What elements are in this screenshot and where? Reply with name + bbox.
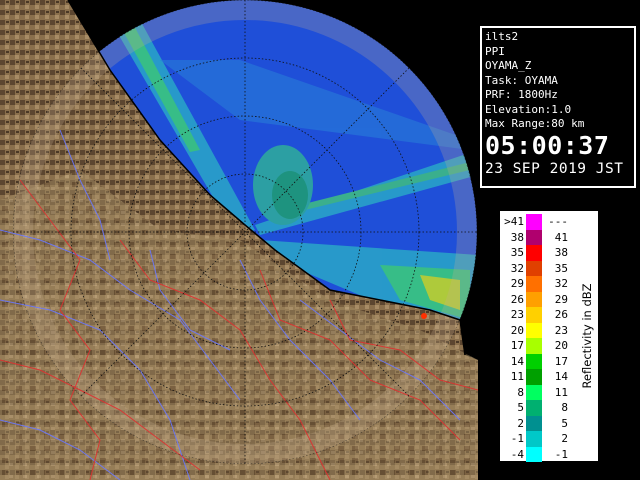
legend-color-swatch	[526, 400, 542, 416]
legend-row: 14 17	[502, 353, 570, 369]
legend-row: 11 14	[502, 369, 570, 385]
legend-high-value: 11	[554, 385, 568, 399]
legend-low-value: 20	[510, 323, 524, 337]
legend-row: 58	[502, 400, 570, 416]
legend-row: 35 38	[502, 245, 570, 261]
product-type: PPI	[485, 44, 505, 58]
legend-high-value: 23	[554, 323, 568, 337]
legend-low-value: 38	[510, 230, 524, 244]
legend-color-swatch	[526, 307, 542, 323]
legend-low-value: 5	[517, 401, 524, 414]
legend-high-value: 20	[554, 339, 568, 352]
legend-high-value: ---	[548, 215, 568, 228]
legend-row: 8 11	[502, 384, 570, 400]
legend-low-value: 11	[510, 370, 524, 383]
legend-high-value: 38	[554, 246, 568, 259]
legend-color-swatch	[526, 214, 542, 230]
legend-color-swatch	[526, 446, 542, 462]
observation-time: 05:00:37	[485, 130, 610, 160]
legend-low-value: -1	[510, 432, 524, 445]
task-label: Task: OYAMA	[485, 73, 558, 87]
side-panel: ilts2 PPI OYAMA_Z Task: OYAMA PRF: 1800H…	[478, 0, 640, 480]
legend-low-value: -4	[510, 447, 524, 461]
legend-row: 17 20	[502, 338, 570, 354]
strong-echo-cell	[421, 313, 427, 319]
legend-color-swatch	[526, 229, 542, 245]
legend-row: 26 29	[502, 291, 570, 307]
legend-color-swatch	[526, 291, 542, 307]
site-name: OYAMA_Z	[485, 59, 532, 72]
prf-label: PRF: 1800Hz	[485, 88, 558, 101]
reflectivity-legend: >41 --- 38 41 35 38 32 35 29 32 26 29 23 26 20 23 17 20 14…	[500, 211, 598, 462]
radar-ppi-map[interactable]	[0, 0, 478, 480]
legend-title-wrap: Reflectivity in dBZ	[576, 213, 598, 459]
legend-high-value: 17	[554, 354, 568, 368]
legend-low-value: >41	[504, 215, 524, 228]
radar-name: ilts2	[485, 30, 519, 43]
legend-high-value: 41	[554, 230, 568, 244]
legend-high-value: 26	[554, 308, 568, 321]
legend-high-value: 5	[561, 416, 568, 430]
legend-color-swatch	[526, 369, 542, 385]
legend-row: 38 41	[502, 229, 570, 245]
radar-info-box: ilts2 PPI OYAMA_Z Task: OYAMA PRF: 1800H…	[480, 26, 636, 188]
legend-low-value: 14	[510, 354, 524, 368]
legend-low-value: 2	[517, 416, 524, 430]
legend-low-value: 17	[510, 339, 524, 352]
legend-low-value: 35	[510, 246, 524, 259]
legend-title: Reflectivity in dBZ	[580, 283, 594, 389]
legend-high-value: 14	[554, 370, 568, 383]
legend-color-swatch	[526, 322, 542, 338]
legend-high-value: 29	[554, 292, 568, 306]
legend-color-swatch	[526, 245, 542, 261]
legend-row: -1 2	[502, 431, 570, 447]
legend-high-value: 35	[554, 261, 568, 275]
legend-rows: >41 --- 38 41 35 38 32 35 29 32 26 29 23 26 20 23 17 20 14…	[502, 214, 570, 462]
legend-high-value: -1	[554, 447, 568, 461]
legend-row: -4 -1	[502, 446, 570, 462]
elevation-label: Elevation:1.0	[485, 102, 572, 116]
legend-color-swatch	[526, 431, 542, 447]
legend-color-swatch	[526, 260, 542, 276]
legend-high-value: 8	[561, 401, 568, 414]
legend-high-value: 32	[554, 277, 568, 290]
legend-low-value: 26	[510, 292, 524, 306]
legend-color-swatch	[526, 276, 542, 292]
legend-row: >41 ---	[502, 214, 570, 230]
legend-row: 23 26	[502, 307, 570, 323]
max-range-label: Max Range:80 km	[485, 117, 585, 130]
legend-row: 32 35	[502, 260, 570, 276]
legend-low-value: 32	[510, 261, 524, 275]
legend-row: 25	[502, 415, 570, 431]
legend-color-swatch	[526, 384, 542, 400]
legend-low-value: 23	[510, 308, 524, 321]
observation-date: 23 SEP 2019 JST	[485, 160, 624, 177]
legend-low-value: 8	[517, 385, 524, 399]
legend-low-value: 29	[510, 277, 524, 290]
legend-row: 20 23	[502, 322, 570, 338]
legend-color-swatch	[526, 415, 542, 431]
legend-row: 29 32	[502, 276, 570, 292]
legend-color-swatch	[526, 338, 542, 354]
legend-color-swatch	[526, 353, 542, 369]
legend-high-value: 2	[561, 432, 568, 445]
